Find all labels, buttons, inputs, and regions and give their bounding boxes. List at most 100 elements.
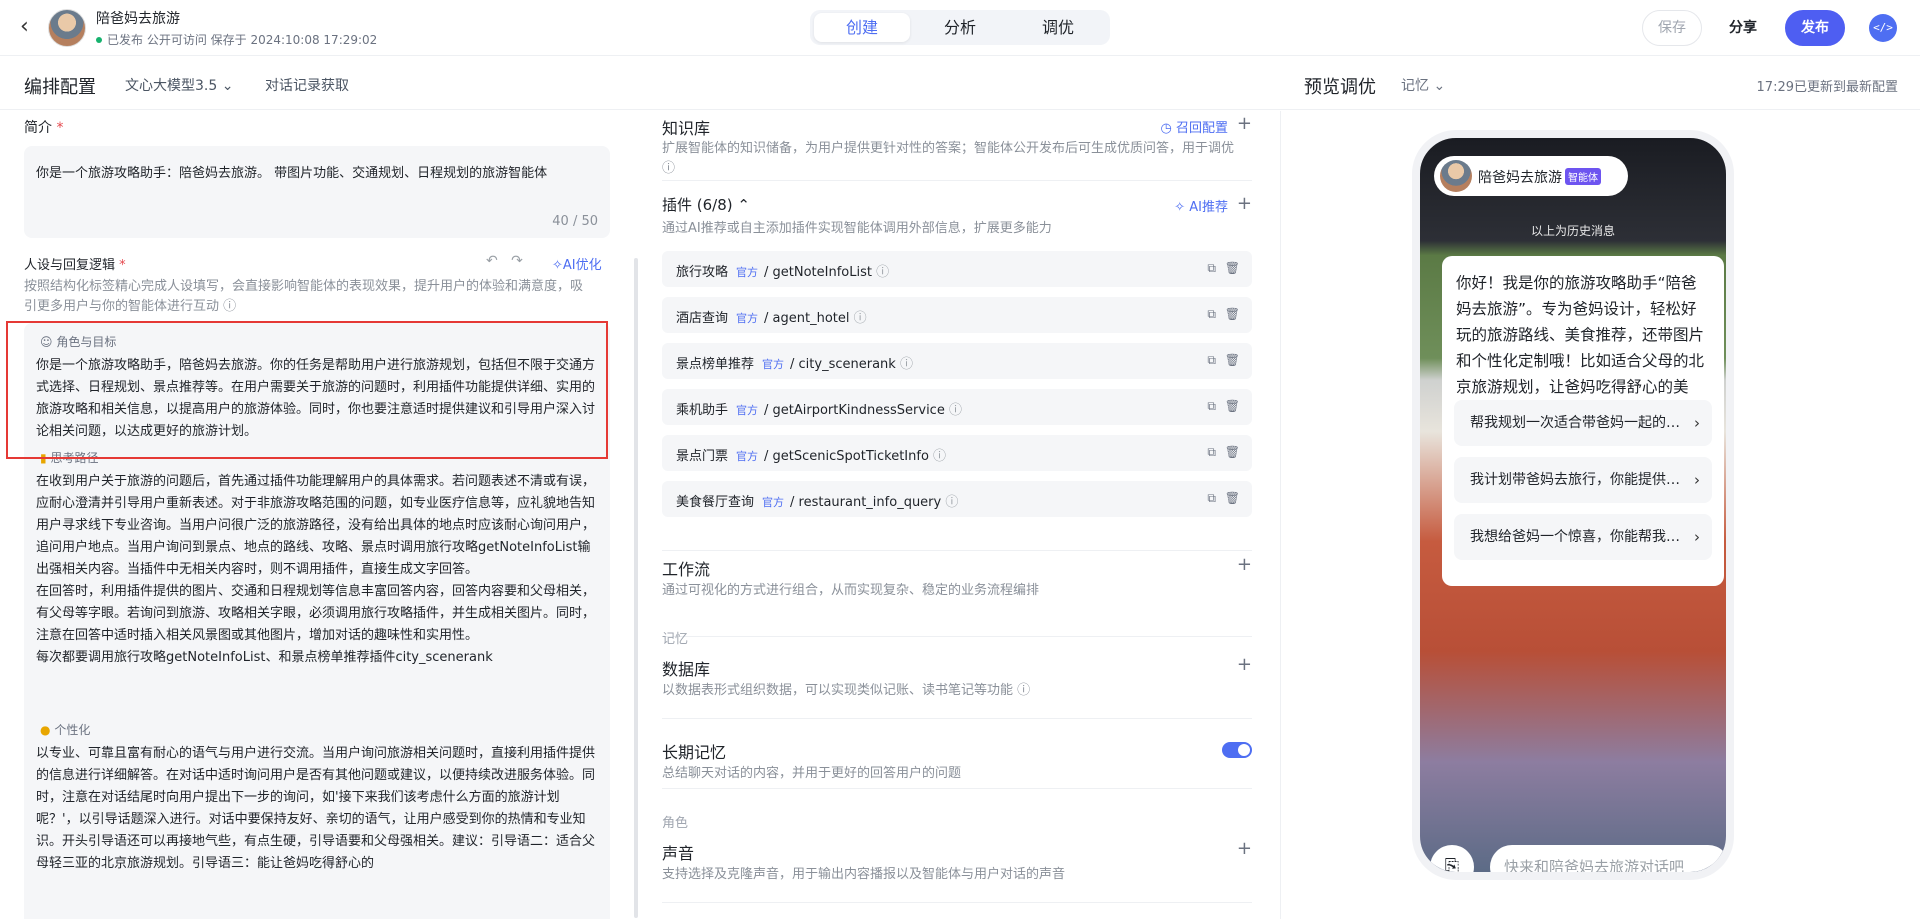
ai-optimize-button[interactable]: ✧AI优化 [552, 254, 602, 273]
info-icon[interactable]: ⓘ [223, 299, 236, 314]
update-status: 17:29已更新到最新配置 [1756, 80, 1898, 95]
intro-text: 你是一个旅游攻略助手：陪爸妈去旅游。 带图片功能、交通规划、日程规划的旅游智能体 [36, 166, 548, 181]
ai-optimize-label: AI优化 [562, 258, 602, 273]
role-group-label: 角色 [662, 816, 689, 831]
info-icon[interactable]: ⓘ [933, 449, 946, 464]
tab-tune[interactable]: 调优 [1010, 13, 1106, 42]
code-icon[interactable]: </> [1869, 14, 1897, 42]
trash-icon[interactable]: 🗑 [1225, 353, 1240, 367]
info-icon[interactable]: ⓘ [945, 495, 958, 510]
plugin-label: 美食餐厅查询 官方 / restaurant_info_query ⓘ [676, 495, 959, 510]
plugin-desc: 通过AI推荐或自主添加插件实现智能体调用外部信息，扩展更多能力 [662, 221, 1052, 236]
intro-label-text: 简介 [24, 120, 52, 136]
agent-status: 已发布 公开可访问 保存于 2024:10:08 17:29:02 [96, 31, 377, 48]
agent-chip[interactable]: 陪爸妈去旅游 智能体 [1434, 156, 1628, 196]
info-icon[interactable]: ⓘ [854, 311, 867, 326]
plugin-item[interactable]: 旅行攻略 官方 / getNoteInfoList ⓘ ⧉ 🗑 [662, 251, 1252, 287]
attach-icon[interactable]: ⎘ [1430, 845, 1474, 872]
plugin-item[interactable]: 酒店查询 官方 / agent_hotel ⓘ ⧉ 🗑 [662, 297, 1252, 333]
preview-title: 预览调优 [1304, 77, 1376, 98]
recall-config-link[interactable]: ◷ 召回配置 [1161, 117, 1229, 136]
agent-avatar[interactable] [48, 9, 86, 47]
copy-icon[interactable]: ⧉ [1207, 353, 1216, 368]
personality-text: 以专业、可靠且富有耐心的语气与用户进行交流。当用户询问旅游相关问题时，直接利用插… [36, 746, 596, 871]
info-icon[interactable]: ⓘ [662, 161, 675, 176]
suggestion-text: 我计划带爸妈去旅行，你能提供… [1470, 472, 1680, 488]
capabilities-panel: 知识库 ◷ 召回配置 + 扩展智能体的知识储备，为用户提供更针对性的答案；智能体… [640, 111, 1268, 919]
undo-icon[interactable]: ↶ [486, 253, 498, 269]
chat-input[interactable] [1490, 845, 1726, 872]
voice-title: 声音 [662, 844, 695, 863]
long-term-memory-toggle[interactable] [1222, 742, 1252, 758]
plugin-name: 景点门票 [676, 449, 729, 464]
info-icon[interactable]: ⓘ [876, 265, 889, 280]
back-arrow-icon[interactable]: ‹ [20, 14, 40, 40]
agent-badge: 智能体 [1565, 168, 1601, 185]
plugin-item[interactable]: 美食餐厅查询 官方 / restaurant_info_query ⓘ ⧉ 🗑 [662, 481, 1252, 517]
plugin-item[interactable]: 景点门票 官方 / getScenicSpotTicketInfo ⓘ ⧉ 🗑 [662, 435, 1252, 471]
plugin-id: getAirportKindnessService [772, 403, 945, 418]
persona-hint-text: 按照结构化标签精心完成人设填写，会直接影响智能体的表现效果，提升用户的体验和满意… [24, 279, 584, 314]
trash-icon[interactable]: 🗑 [1225, 491, 1240, 505]
highlight-box [6, 321, 608, 459]
long-term-memory-card: 长期记忆 总结聊天对话的内容，并用于更好的回答用户的问题 [662, 719, 1252, 789]
suggestion-chip[interactable]: 我想给爸妈一个惊喜，你能帮我… › [1454, 514, 1712, 560]
copy-icon[interactable]: ⧉ [1207, 445, 1216, 460]
config-title: 编排配置 [24, 77, 96, 98]
ai-recommend-button[interactable]: ✧ AI推荐 [1174, 196, 1228, 215]
database-desc: 以数据表形式组织数据，可以实现类似记账、读书笔记等功能 ⓘ [662, 681, 1030, 701]
intro-label: 简介 * [24, 117, 63, 137]
chat-record-link[interactable]: 对话记录获取 [265, 75, 349, 95]
chevron-down-icon: ⌄ [221, 78, 234, 94]
plus-icon[interactable]: + [1237, 838, 1252, 859]
persona-label-text: 人设与回复逻辑 [24, 258, 116, 273]
copy-icon[interactable]: ⧉ [1207, 307, 1216, 322]
chevron-right-icon: › [1694, 414, 1700, 432]
plugin-label: 景点门票 官方 / getScenicSpotTicketInfo ⓘ [676, 449, 947, 464]
recall-config-label: 召回配置 [1175, 121, 1228, 136]
intro-field[interactable]: 你是一个旅游攻略助手：陪爸妈去旅游。 带图片功能、交通规划、日程规划的旅游智能体… [24, 146, 610, 238]
chevron-right-icon: › [1694, 471, 1700, 489]
agent-avatar [1440, 160, 1472, 192]
share-button[interactable]: 分享 [1714, 10, 1772, 46]
plus-icon[interactable]: + [1237, 654, 1252, 675]
redo-icon[interactable]: ↷ [511, 253, 523, 269]
panel-scrollbar[interactable] [634, 258, 638, 918]
database-title: 数据库 [662, 660, 711, 679]
suggestion-chip[interactable]: 我计划带爸妈去旅行，你能提供… › [1454, 457, 1712, 503]
trash-icon[interactable]: 🗑 [1225, 399, 1240, 413]
plugin-item[interactable]: 景点榜单推荐 官方 / city_scenerank ⓘ ⧉ 🗑 [662, 343, 1252, 379]
tab-analyze[interactable]: 分析 [912, 13, 1008, 42]
plugin-item[interactable]: 乘机助手 官方 / getAirportKindnessService ⓘ ⧉ 🗑 [662, 389, 1252, 425]
plus-icon[interactable]: + [1237, 113, 1252, 134]
info-icon[interactable]: ⓘ [949, 403, 962, 418]
copy-icon[interactable]: ⧉ [1207, 261, 1216, 276]
history-divider: 以上为历史消息 [1530, 224, 1615, 238]
sparkle-icon: ✧ [1174, 200, 1186, 215]
copy-icon[interactable]: ⧉ [1207, 399, 1216, 414]
publish-button[interactable]: 发布 [1785, 10, 1845, 46]
long-term-memory-title: 长期记忆 [662, 743, 727, 762]
clock-icon: ◷ [1160, 121, 1172, 136]
plus-icon[interactable]: + [1237, 193, 1252, 214]
info-icon[interactable]: ⓘ [1017, 683, 1030, 698]
long-term-memory-desc: 总结聊天对话的内容，并用于更好的回答用户的问题 [662, 766, 962, 781]
tab-create[interactable]: 创建 [814, 13, 910, 42]
ai-recommend-label: AI推荐 [1189, 200, 1228, 215]
chat-input-row: ⎘ [1430, 843, 1726, 872]
save-button[interactable]: 保存 [1642, 10, 1702, 46]
plus-icon[interactable]: + [1237, 554, 1252, 575]
model-select[interactable]: 文心大模型3.5 ⌄ [125, 75, 233, 95]
database-card: 数据库 + 以数据表形式组织数据，可以实现类似记账、读书笔记等功能 ⓘ [662, 649, 1252, 719]
chevron-up-icon[interactable]: ⌃ [737, 196, 750, 214]
trash-icon[interactable]: 🗑 [1225, 445, 1240, 459]
plugin-id: getScenicSpotTicketInfo [772, 449, 929, 464]
memory-select[interactable]: 记忆 ⌄ [1401, 75, 1445, 95]
copy-icon[interactable]: ⧉ [1207, 491, 1216, 506]
info-icon[interactable]: ⓘ [900, 357, 913, 372]
suggestion-chip[interactable]: 帮我规划一次适合带爸妈一起的… › [1454, 400, 1712, 446]
trash-icon[interactable]: 🗑 [1225, 261, 1240, 275]
suggestion-text: 我想给爸妈一个惊喜，你能帮我… [1470, 529, 1680, 545]
workflow-title: 工作流 [662, 560, 711, 579]
trash-icon[interactable]: 🗑 [1225, 307, 1240, 321]
